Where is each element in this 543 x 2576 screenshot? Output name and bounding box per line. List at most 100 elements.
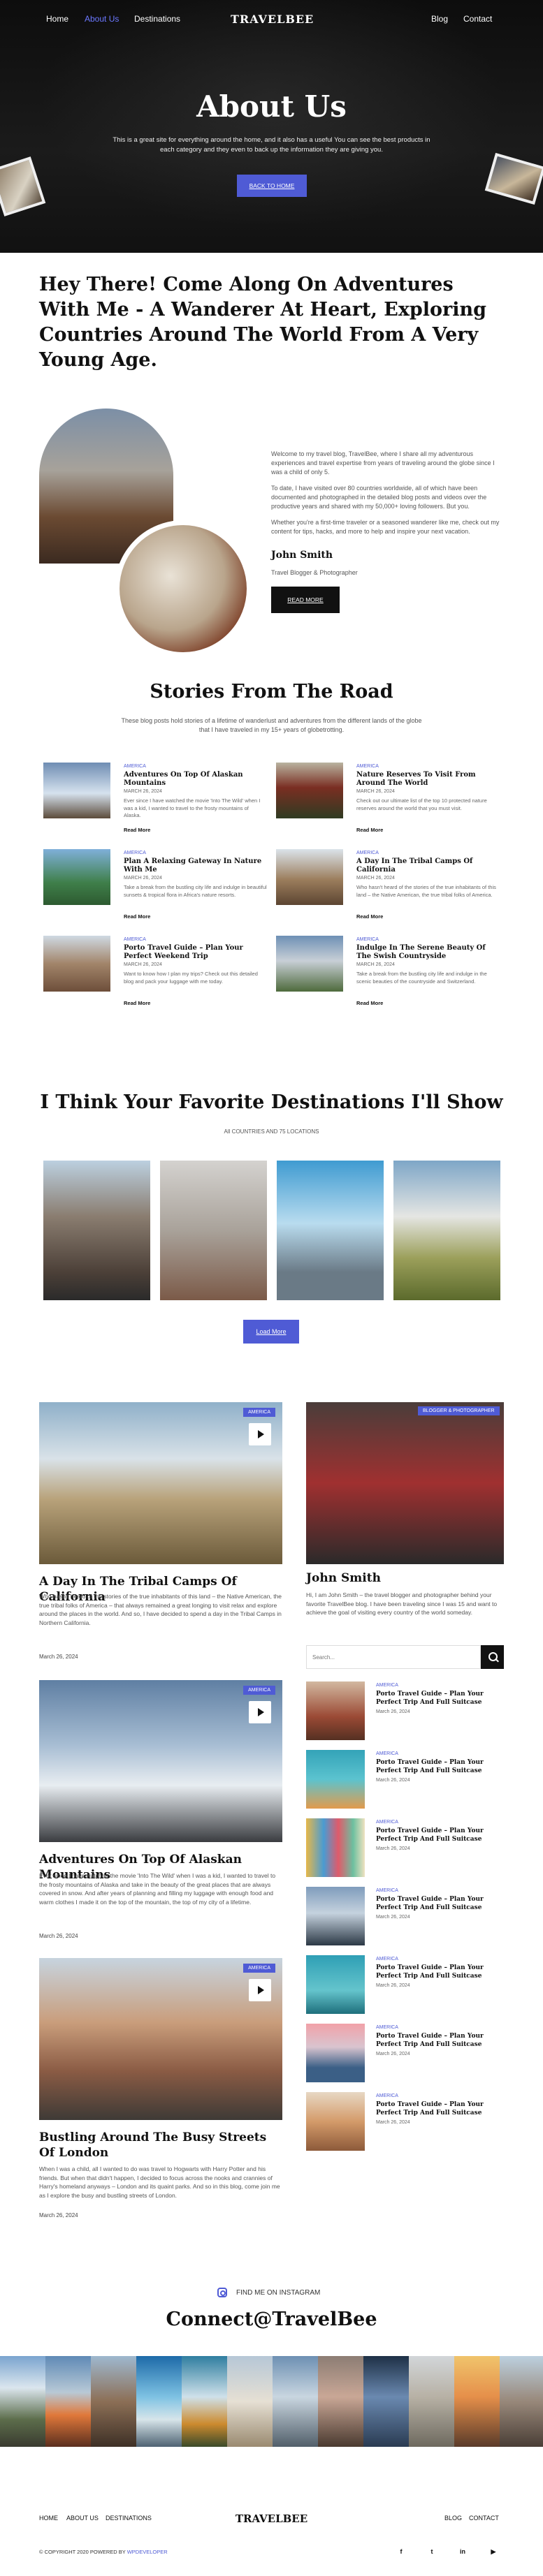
destination-card-washington[interactable] xyxy=(277,1161,384,1300)
post-image[interactable] xyxy=(39,1402,282,1564)
nav-destinations-link[interactable]: Destinations xyxy=(134,14,180,24)
story-thumbnail[interactable] xyxy=(276,849,343,905)
play-icon[interactable] xyxy=(249,1423,271,1445)
story-read-more[interactable]: Read More xyxy=(356,913,383,920)
blog-post[interactable]: AMERICA Adventures On Top Of Alaskan Mou… xyxy=(39,1680,282,1940)
sidebar-post[interactable]: AMERICA Porto Travel Guide – Plan Your P… xyxy=(306,1887,504,1950)
nav-contact-link[interactable]: Contact xyxy=(463,14,492,24)
blog-post[interactable]: AMERICA A Day In The Tribal Camps Of Cal… xyxy=(39,1402,282,1661)
instagram-photo[interactable] xyxy=(454,2356,500,2447)
instagram-photo[interactable] xyxy=(409,2356,454,2447)
story-card[interactable]: AMERICA Plan A Relaxing Gateway In Natur… xyxy=(43,849,267,929)
back-to-home-button[interactable]: BACK TO HOME xyxy=(237,175,307,197)
footer-home-link[interactable]: HOME xyxy=(39,2515,58,2522)
story-card[interactable]: AMERICA Porto Travel Guide – Plan Your P… xyxy=(43,936,267,1016)
post-badge[interactable]: AMERICA xyxy=(243,1964,275,1973)
story-read-more[interactable]: Read More xyxy=(124,1000,150,1006)
sidebar-post-title[interactable]: Porto Travel Guide – Plan Your Perfect T… xyxy=(376,2032,504,2049)
sidebar-post-thumbnail[interactable] xyxy=(306,1955,365,2014)
instagram-photo[interactable] xyxy=(500,2356,543,2447)
story-thumbnail[interactable] xyxy=(43,936,110,992)
story-read-more[interactable]: Read More xyxy=(124,827,150,833)
sidebar-post[interactable]: AMERICA Porto Travel Guide – Plan Your P… xyxy=(306,1681,504,1744)
sidebar-post-thumbnail[interactable] xyxy=(306,1681,365,1740)
instagram-icon[interactable] xyxy=(217,2288,227,2297)
facebook-icon[interactable]: f xyxy=(396,2547,406,2556)
destination-card-city[interactable] xyxy=(43,1161,150,1300)
sidebar-post[interactable]: AMERICA Porto Travel Guide – Plan Your P… xyxy=(306,1955,504,2018)
footer-logo[interactable]: TRAVELBEE xyxy=(231,2512,312,2525)
load-more-button[interactable]: Load More xyxy=(243,1320,299,1344)
post-image[interactable] xyxy=(39,1680,282,1842)
story-read-more[interactable]: Read More xyxy=(356,827,383,833)
footer-destinations-link[interactable]: DESTINATIONS xyxy=(106,2515,152,2522)
sidebar-post-thumbnail[interactable] xyxy=(306,1818,365,1877)
sidebar-post-category[interactable]: AMERICA xyxy=(376,1888,398,1893)
destination-card-mountains[interactable] xyxy=(393,1161,500,1300)
sidebar-post-thumbnail[interactable] xyxy=(306,1887,365,1945)
sidebar-post-thumbnail[interactable] xyxy=(306,2092,365,2151)
instagram-photo[interactable] xyxy=(91,2356,136,2447)
post-title[interactable]: Bustling Around The Busy Streets Of Lond… xyxy=(39,2130,282,2161)
story-category[interactable]: AMERICA xyxy=(124,764,146,769)
story-thumbnail[interactable] xyxy=(276,936,343,992)
story-category[interactable]: AMERICA xyxy=(124,851,146,855)
story-read-more[interactable]: Read More xyxy=(356,1000,383,1006)
nav-blog-link[interactable]: Blog xyxy=(431,14,448,24)
instagram-photo[interactable] xyxy=(136,2356,182,2447)
story-category[interactable]: AMERICA xyxy=(356,764,379,769)
sidebar-post[interactable]: AMERICA Porto Travel Guide – Plan Your P… xyxy=(306,1750,504,1813)
sidebar-post-category[interactable]: AMERICA xyxy=(376,1820,398,1825)
read-more-button[interactable]: READ MORE xyxy=(271,587,340,613)
sidebar-post-title[interactable]: Porto Travel Guide – Plan Your Perfect T… xyxy=(376,1895,504,1912)
story-title[interactable]: Porto Travel Guide – Plan Your Perfect W… xyxy=(124,944,267,961)
linkedin-icon[interactable]: in xyxy=(458,2547,468,2556)
sidebar-post[interactable]: AMERICA Porto Travel Guide – Plan Your P… xyxy=(306,1818,504,1881)
search-input[interactable] xyxy=(306,1645,481,1669)
site-logo[interactable]: TRAVELBEE xyxy=(231,13,313,26)
footer-contact-link[interactable]: CONTACT xyxy=(469,2515,499,2522)
instagram-photo[interactable] xyxy=(0,2356,45,2447)
story-card[interactable]: AMERICA Adventures On Top Of Alaskan Mou… xyxy=(43,763,267,843)
sidebar-post-title[interactable]: Porto Travel Guide – Plan Your Perfect T… xyxy=(376,1758,504,1775)
sidebar-post-title[interactable]: Porto Travel Guide – Plan Your Perfect T… xyxy=(376,1827,504,1843)
nav-about-link[interactable]: About Us xyxy=(85,14,119,24)
story-card[interactable]: AMERICA Nature Reserves To Visit From Ar… xyxy=(276,763,500,843)
sidebar-post-category[interactable]: AMERICA xyxy=(376,1751,398,1756)
nav-home-link[interactable]: Home xyxy=(46,14,68,24)
story-category[interactable]: AMERICA xyxy=(356,937,379,942)
sidebar-post-category[interactable]: AMERICA xyxy=(376,2093,398,2098)
play-icon[interactable] xyxy=(249,1701,271,1723)
sidebar-post[interactable]: AMERICA Porto Travel Guide – Plan Your P… xyxy=(306,2092,504,2155)
search-icon[interactable] xyxy=(481,1645,504,1669)
powered-by-link[interactable]: WPDEVELOPER xyxy=(127,2549,168,2555)
instagram-handle[interactable]: Connect@TravelBee xyxy=(0,2309,543,2330)
sidebar-post[interactable]: AMERICA Porto Travel Guide – Plan Your P… xyxy=(306,2024,504,2086)
instagram-photo[interactable] xyxy=(363,2356,409,2447)
instagram-photo[interactable] xyxy=(45,2356,91,2447)
story-category[interactable]: AMERICA xyxy=(124,937,146,942)
story-category[interactable]: AMERICA xyxy=(356,851,379,855)
instagram-photo[interactable] xyxy=(318,2356,363,2447)
youtube-icon[interactable]: ▶ xyxy=(488,2547,498,2556)
story-card[interactable]: AMERICA A Day In The Tribal Camps Of Cal… xyxy=(276,849,500,929)
destination-card-paris[interactable] xyxy=(160,1161,267,1300)
story-title[interactable]: Indulge In The Serene Beauty Of The Swis… xyxy=(356,944,500,961)
story-thumbnail[interactable] xyxy=(43,849,110,905)
footer-blog-link[interactable]: BLOG xyxy=(444,2515,462,2522)
instagram-photo[interactable] xyxy=(182,2356,227,2447)
sidebar-post-category[interactable]: AMERICA xyxy=(376,1683,398,1688)
sidebar-post-category[interactable]: AMERICA xyxy=(376,1957,398,1962)
sidebar-post-category[interactable]: AMERICA xyxy=(376,2025,398,2030)
instagram-photo[interactable] xyxy=(227,2356,273,2447)
sidebar-post-title[interactable]: Porto Travel Guide – Plan Your Perfect T… xyxy=(376,1690,504,1707)
story-thumbnail[interactable] xyxy=(276,763,343,818)
sidebar-post-thumbnail[interactable] xyxy=(306,2024,365,2082)
post-badge[interactable]: AMERICA xyxy=(243,1686,275,1695)
story-title[interactable]: Plan A Relaxing Gateway In Nature With M… xyxy=(124,858,267,874)
sidebar-post-title[interactable]: Porto Travel Guide – Plan Your Perfect T… xyxy=(376,2100,504,2117)
play-icon[interactable] xyxy=(249,1979,271,2001)
story-thumbnail[interactable] xyxy=(43,763,110,818)
sidebar-post-thumbnail[interactable] xyxy=(306,1750,365,1809)
story-read-more[interactable]: Read More xyxy=(124,913,150,920)
